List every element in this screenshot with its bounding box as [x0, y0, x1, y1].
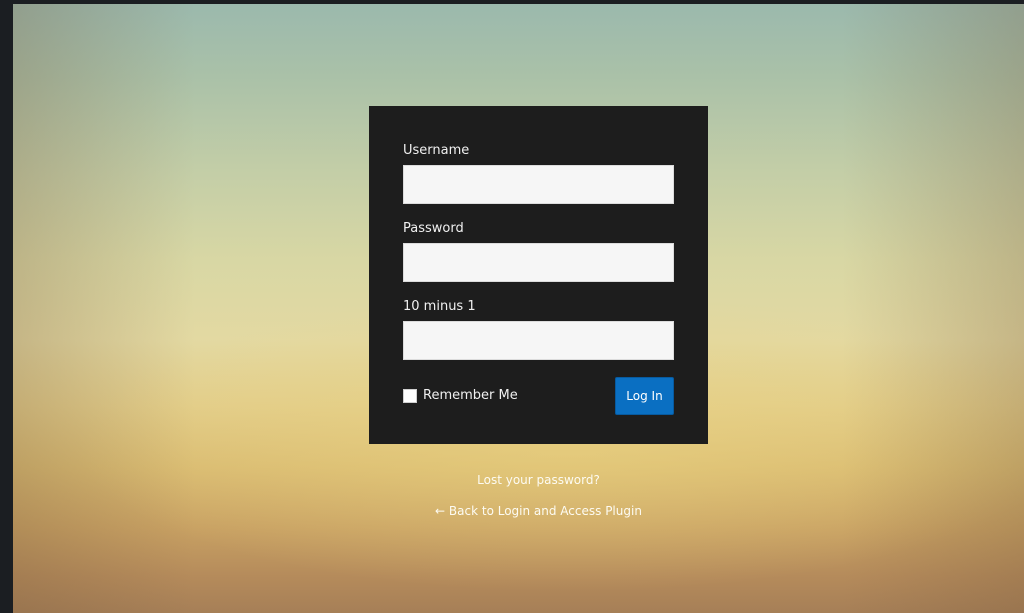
password-label: Password — [403, 221, 464, 236]
login-form: Username Password 10 minus 1 Remember Me… — [369, 106, 708, 444]
form-actions: Remember Me Log In — [403, 377, 674, 417]
page-background: Username Password 10 minus 1 Remember Me… — [13, 4, 1024, 613]
captcha-input[interactable] — [403, 321, 674, 360]
login-button[interactable]: Log In — [615, 377, 674, 415]
lost-password-link[interactable]: Lost your password? — [477, 473, 600, 487]
password-input[interactable] — [403, 243, 674, 282]
remember-me-checkbox[interactable] — [403, 389, 417, 403]
captcha-label: 10 minus 1 — [403, 299, 476, 314]
remember-me-label[interactable]: Remember Me — [423, 389, 518, 403]
lost-password-row: Lost your password? — [369, 469, 708, 488]
username-input[interactable] — [403, 165, 674, 204]
back-to-site-link[interactable]: ← Back to Login and Access Plugin — [435, 504, 642, 518]
back-link-row: ← Back to Login and Access Plugin — [369, 500, 708, 519]
remember-me[interactable]: Remember Me — [403, 389, 518, 403]
username-label: Username — [403, 143, 470, 158]
